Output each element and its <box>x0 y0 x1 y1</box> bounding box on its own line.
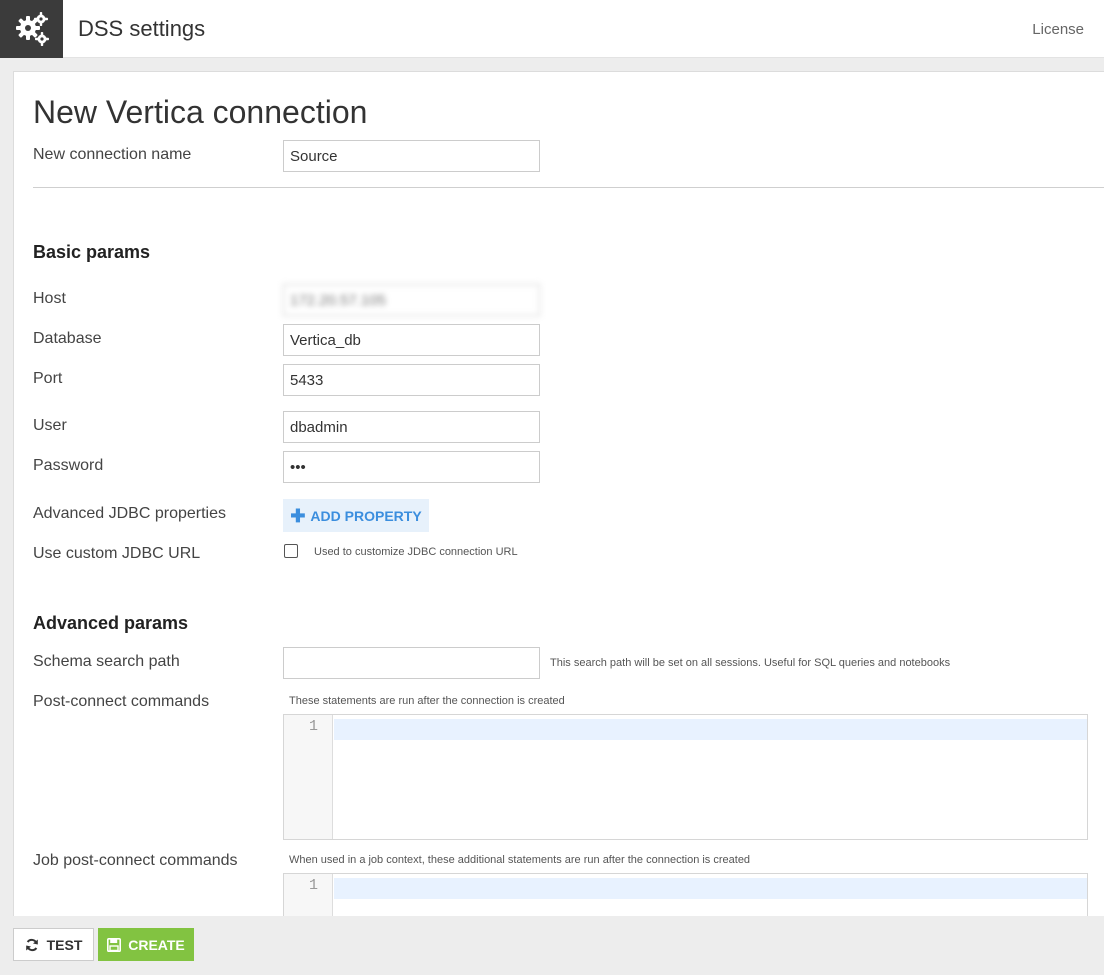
plus-icon: ✚ <box>290 505 306 526</box>
user-input[interactable] <box>283 411 540 443</box>
create-label: CREATE <box>128 936 185 953</box>
job-post-connect-help: When used in a job context, these additi… <box>289 854 751 866</box>
database-input[interactable] <box>283 324 540 356</box>
line-number: 1 <box>308 877 318 894</box>
host-input[interactable] <box>283 284 540 316</box>
port-label: Port <box>33 370 63 387</box>
schema-search-path-help: This search path will be set on all sess… <box>550 657 951 669</box>
gears-icon[interactable] <box>0 0 63 58</box>
connection-form-panel: New Vertica connection New connection na… <box>13 71 1104 916</box>
test-button[interactable]: TEST <box>13 928 94 961</box>
editor-gutter: 1 <box>284 874 333 916</box>
user-label: User <box>33 417 67 434</box>
post-connect-label: Post-connect commands <box>33 693 210 710</box>
schema-search-path-input[interactable] <box>283 647 540 679</box>
footer-actions: TEST CREATE <box>0 916 1104 975</box>
editor-gutter: 1 <box>284 715 333 839</box>
custom-jdbc-url-label: Use custom JDBC URL <box>33 545 201 562</box>
basic-params-title: Basic params <box>33 242 151 262</box>
refresh-icon <box>25 938 38 951</box>
jdbc-properties-label: Advanced JDBC properties <box>33 505 226 522</box>
password-label: Password <box>33 457 104 474</box>
custom-jdbc-url-checkbox[interactable] <box>284 544 298 558</box>
database-label: Database <box>33 330 102 347</box>
advanced-params-title: Advanced params <box>33 613 189 633</box>
post-connect-help: These statements are run after the conne… <box>289 695 565 707</box>
divider <box>33 187 1104 188</box>
schema-search-path-label: Schema search path <box>33 653 180 670</box>
page-title: New Vertica connection <box>33 94 368 130</box>
top-bar: DSS settings License <box>0 0 1104 58</box>
active-line-highlight <box>334 719 1087 740</box>
connection-name-input[interactable] <box>283 140 540 172</box>
host-label: Host <box>33 290 66 307</box>
connection-name-label: New connection name <box>33 146 192 163</box>
custom-jdbc-url-help: Used to customize JDBC connection URL <box>314 546 518 558</box>
post-connect-editor[interactable]: 1 <box>283 714 1088 840</box>
app-title: DSS settings <box>78 16 206 41</box>
port-input[interactable] <box>283 364 540 396</box>
job-post-connect-label: Job post-connect commands <box>33 852 238 869</box>
create-button[interactable]: CREATE <box>98 928 194 961</box>
add-property-button[interactable]: ✚ ADD PROPERTY <box>283 499 429 532</box>
license-link[interactable]: License <box>1032 21 1084 38</box>
save-icon <box>107 937 122 952</box>
test-label: TEST <box>46 936 83 953</box>
line-number: 1 <box>308 718 318 735</box>
add-property-label: ADD PROPERTY <box>310 507 422 524</box>
password-input[interactable] <box>283 451 540 483</box>
active-line-highlight <box>334 878 1087 899</box>
job-post-connect-editor[interactable]: 1 <box>283 873 1088 916</box>
